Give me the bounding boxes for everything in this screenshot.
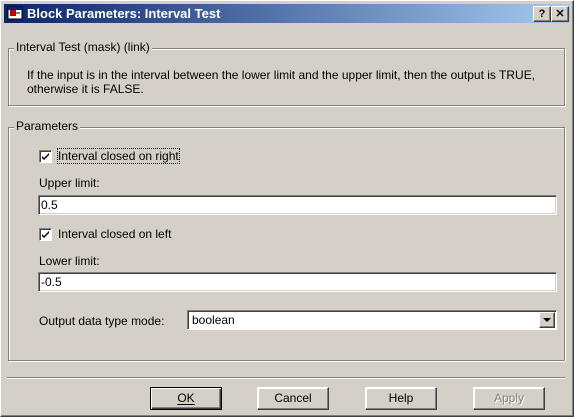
cancel-button[interactable]: Cancel: [257, 387, 329, 410]
help-title-button[interactable]: ?: [533, 6, 551, 22]
parameters-group-legend: Parameters: [14, 119, 81, 133]
closed-left-checkbox-row[interactable]: Interval closed on left: [39, 227, 219, 244]
checkmark-icon: [42, 231, 49, 238]
window-title: Block Parameters: Interval Test: [27, 6, 221, 21]
upper-limit-input[interactable]: [38, 195, 557, 215]
description-text: If the input is in the interval between …: [27, 68, 536, 96]
simulink-block-icon: [7, 6, 23, 20]
title-bar[interactable]: Block Parameters: Interval Test ? ✕: [4, 4, 570, 23]
output-type-label: Output data type mode:: [39, 314, 165, 328]
closed-left-label[interactable]: Interval closed on left: [58, 227, 171, 241]
close-icon: ✕: [555, 8, 565, 20]
chevron-down-icon: [543, 318, 551, 322]
checkmark-icon: [42, 153, 49, 160]
closed-right-checkbox-row[interactable]: Interval closed on right: [39, 148, 219, 166]
output-type-value: boolean: [192, 313, 235, 327]
output-type-select[interactable]: boolean: [187, 310, 557, 330]
closed-right-checkbox[interactable]: [39, 150, 52, 163]
apply-button[interactable]: Apply: [473, 387, 545, 410]
button-separator: [7, 377, 565, 379]
dialog-window: Block Parameters: Interval Test ? ✕ Inte…: [0, 0, 574, 417]
lower-limit-input[interactable]: [38, 272, 557, 292]
help-button[interactable]: Help: [365, 387, 437, 410]
upper-limit-label: Upper limit:: [39, 176, 100, 190]
help-icon: ?: [538, 8, 546, 20]
close-button[interactable]: ✕: [551, 6, 569, 22]
lower-limit-label: Lower limit:: [39, 254, 100, 268]
ok-button-label: OK: [177, 391, 195, 405]
closed-right-label[interactable]: Interval closed on right: [57, 148, 180, 164]
dropdown-arrow-button[interactable]: [539, 312, 555, 328]
cancel-button-label: Cancel: [274, 391, 312, 405]
apply-button-label: Apply: [493, 391, 525, 405]
help-button-label: Help: [388, 391, 414, 405]
closed-left-checkbox[interactable]: [39, 228, 52, 241]
description-group-legend: Interval Test (mask) (link): [14, 40, 152, 54]
ok-button[interactable]: OK: [150, 387, 222, 410]
